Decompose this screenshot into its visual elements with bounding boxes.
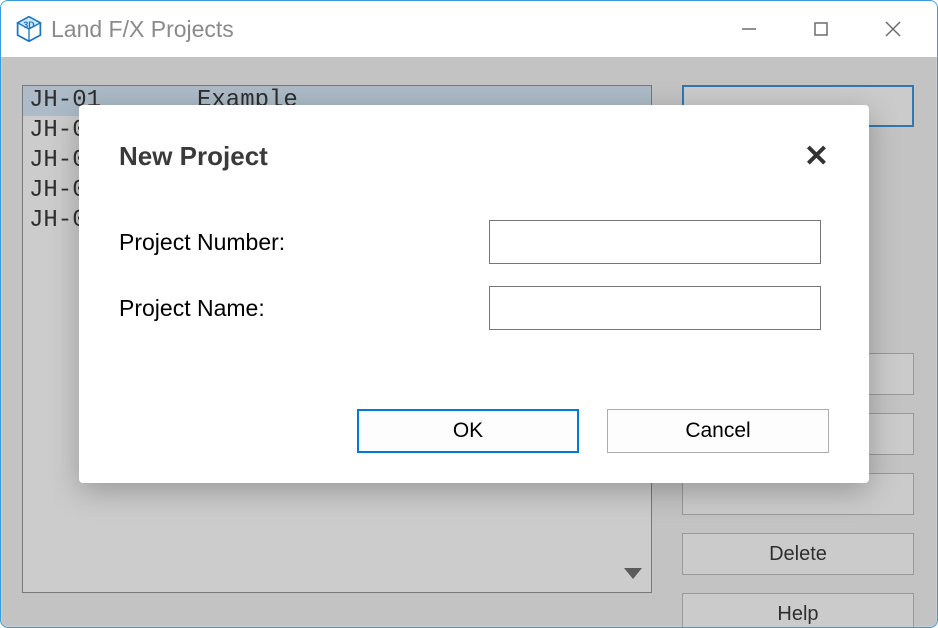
- project-name-input[interactable]: [489, 286, 821, 330]
- project-name-row: Project Name:: [119, 286, 829, 330]
- svg-text:3D: 3D: [23, 20, 34, 30]
- close-button[interactable]: [857, 9, 929, 49]
- modal-title: New Project: [119, 141, 268, 172]
- window-controls: [713, 9, 929, 49]
- cancel-button[interactable]: Cancel: [607, 409, 829, 453]
- main-window: 3D Land F/X Projects JH-01 Example JH-0: [0, 0, 938, 628]
- app-icon: 3D: [15, 15, 43, 43]
- window-title: Land F/X Projects: [51, 16, 713, 43]
- modal-header: New Project ✕: [119, 141, 829, 172]
- close-icon[interactable]: ✕: [804, 142, 829, 172]
- minimize-button[interactable]: [713, 9, 785, 49]
- project-number-row: Project Number:: [119, 220, 829, 264]
- modal-buttons: OK Cancel: [357, 409, 829, 453]
- new-project-dialog: New Project ✕ Project Number: Project Na…: [79, 105, 869, 483]
- titlebar: 3D Land F/X Projects: [1, 1, 937, 57]
- project-number-label: Project Number:: [119, 229, 489, 256]
- project-name-label: Project Name:: [119, 295, 489, 322]
- ok-button[interactable]: OK: [357, 409, 579, 453]
- project-number-input[interactable]: [489, 220, 821, 264]
- maximize-button[interactable]: [785, 9, 857, 49]
